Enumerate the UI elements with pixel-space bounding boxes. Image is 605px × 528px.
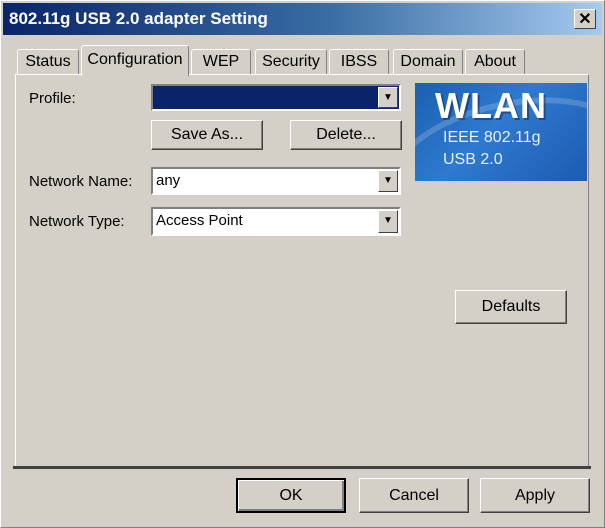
wlan-logo: WLAN IEEE 802.11g USB 2.0	[415, 83, 587, 181]
close-icon: ✕	[578, 10, 592, 28]
logo-title: WLAN	[435, 85, 547, 126]
delete-button[interactable]: Delete...	[290, 120, 402, 150]
network-type-value: Access Point	[156, 212, 243, 229]
cancel-button[interactable]: Cancel	[359, 478, 469, 513]
tab-about[interactable]: About	[465, 49, 525, 75]
close-button[interactable]: ✕	[574, 9, 596, 29]
window-title: 802.11g USB 2.0 adapter Setting	[9, 9, 268, 28]
save-as-button[interactable]: Save As...	[151, 120, 263, 150]
chevron-down-icon[interactable]: ▼	[378, 170, 398, 192]
logo-standard: IEEE 802.11g	[443, 129, 541, 146]
network-name-label: Network Name:	[29, 173, 133, 190]
settings-window: 802.11g USB 2.0 adapter Setting ✕ Status…	[0, 0, 605, 528]
tab-security[interactable]: Security	[255, 49, 327, 75]
tab-status[interactable]: Status	[17, 49, 79, 75]
apply-button[interactable]: Apply	[480, 478, 590, 513]
title-bar[interactable]: 802.11g USB 2.0 adapter Setting ✕	[3, 3, 602, 35]
profile-dropdown[interactable]: ▼	[151, 84, 401, 111]
network-name-dropdown[interactable]: any ▼	[151, 167, 401, 195]
profile-label: Profile:	[29, 90, 76, 107]
defaults-button[interactable]: Defaults	[455, 290, 567, 324]
logo-interface: USB 2.0	[443, 151, 503, 168]
panel-shadow	[13, 466, 591, 469]
tab-domain[interactable]: Domain	[393, 49, 463, 75]
network-type-label: Network Type:	[29, 213, 125, 230]
chevron-down-icon[interactable]: ▼	[378, 87, 398, 108]
network-name-value: any	[156, 172, 181, 189]
chevron-down-icon[interactable]: ▼	[378, 210, 398, 233]
tab-wep[interactable]: WEP	[191, 49, 251, 75]
tab-configuration[interactable]: Configuration	[81, 45, 189, 76]
ok-button[interactable]: OK	[236, 478, 346, 513]
tab-ibss[interactable]: IBSS	[329, 49, 389, 75]
network-type-dropdown[interactable]: Access Point ▼	[151, 207, 401, 236]
